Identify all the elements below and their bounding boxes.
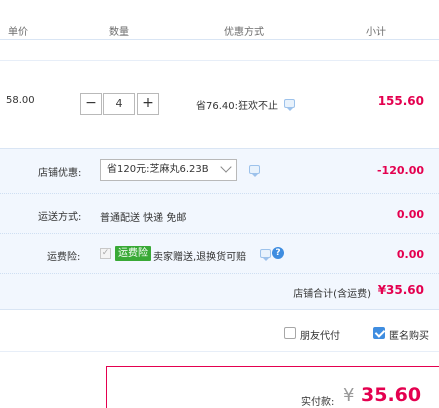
insurance-message-icon[interactable] — [260, 249, 271, 261]
shop-summary-panel: 店铺优惠: 省120元:芝麻丸6.23B -120.00 运送方式: 0.00 … — [0, 148, 439, 310]
coupon-selected-value: 省120元:芝麻丸6.23B — [107, 164, 209, 175]
header-discount: 优惠方式 — [224, 27, 264, 38]
promotion-message-icon[interactable] — [284, 99, 295, 111]
shipping-value: 0.00 — [396, 208, 424, 221]
coupon-discount-value: -120.00 — [376, 164, 424, 177]
payment-summary: 实付款: ¥ 35.60 — [106, 366, 439, 408]
insurance-badge: 运费险 — [115, 246, 151, 261]
shipping-method: 普通配送 快递 免邮 — [100, 213, 187, 224]
shipping-label: 运送方式: — [38, 212, 82, 223]
quantity-stepper: − 4 + — [79, 93, 161, 115]
header-quantity: 数量 — [109, 27, 129, 38]
help-icon[interactable]: ? — [272, 247, 284, 259]
payment-label: 实付款: — [301, 397, 335, 408]
item-promotion: 省76.40:狂欢不止 — [196, 101, 278, 112]
insurance-label: 运费险: — [47, 252, 81, 263]
shop-total-label: 店铺合计(含运费) — [293, 289, 371, 300]
coupon-select[interactable]: 省120元:芝麻丸6.23B — [100, 159, 237, 181]
shipping-row: 运送方式: 0.00 — [0, 194, 439, 234]
chevron-down-icon — [220, 161, 232, 173]
table-header: 单价 数量 优惠方式 小计 — [0, 0, 439, 40]
quantity-input[interactable]: 4 — [103, 93, 135, 115]
payment-currency: ¥ — [343, 385, 355, 406]
item-subtotal: 155.60 — [377, 94, 424, 108]
quantity-decrease-button[interactable]: − — [80, 93, 102, 115]
shop-total-value: ¥35.60 — [377, 283, 424, 297]
order-options: 朋友代付 匿名购买 — [0, 316, 439, 352]
header-subtotal: 小计 — [366, 27, 386, 38]
friend-pay-label[interactable]: 朋友代付 — [300, 327, 340, 342]
coupon-message-icon[interactable] — [249, 165, 260, 177]
insurance-description: 卖家赠送,退换货可赔 — [153, 252, 247, 263]
anonymous-checkbox[interactable] — [373, 327, 385, 339]
header-unit-price: 单价 — [8, 27, 28, 38]
anonymous-label[interactable]: 匿名购买 — [389, 327, 429, 342]
quantity-increase-button[interactable]: + — [137, 93, 159, 115]
order-item-row: 58.00 − 4 + 省76.40:狂欢不止 155.60 — [0, 60, 439, 148]
payment-amount: 35.60 — [361, 384, 422, 406]
insurance-checkbox[interactable]: ✓ — [100, 248, 111, 259]
coupon-label: 店铺优惠: — [38, 168, 82, 179]
item-unit-price: 58.00 — [6, 95, 35, 106]
insurance-value: 0.00 — [396, 248, 424, 261]
coupon-row: 店铺优惠: 省120元:芝麻丸6.23B -120.00 — [0, 149, 439, 194]
friend-pay-checkbox[interactable] — [284, 327, 296, 339]
